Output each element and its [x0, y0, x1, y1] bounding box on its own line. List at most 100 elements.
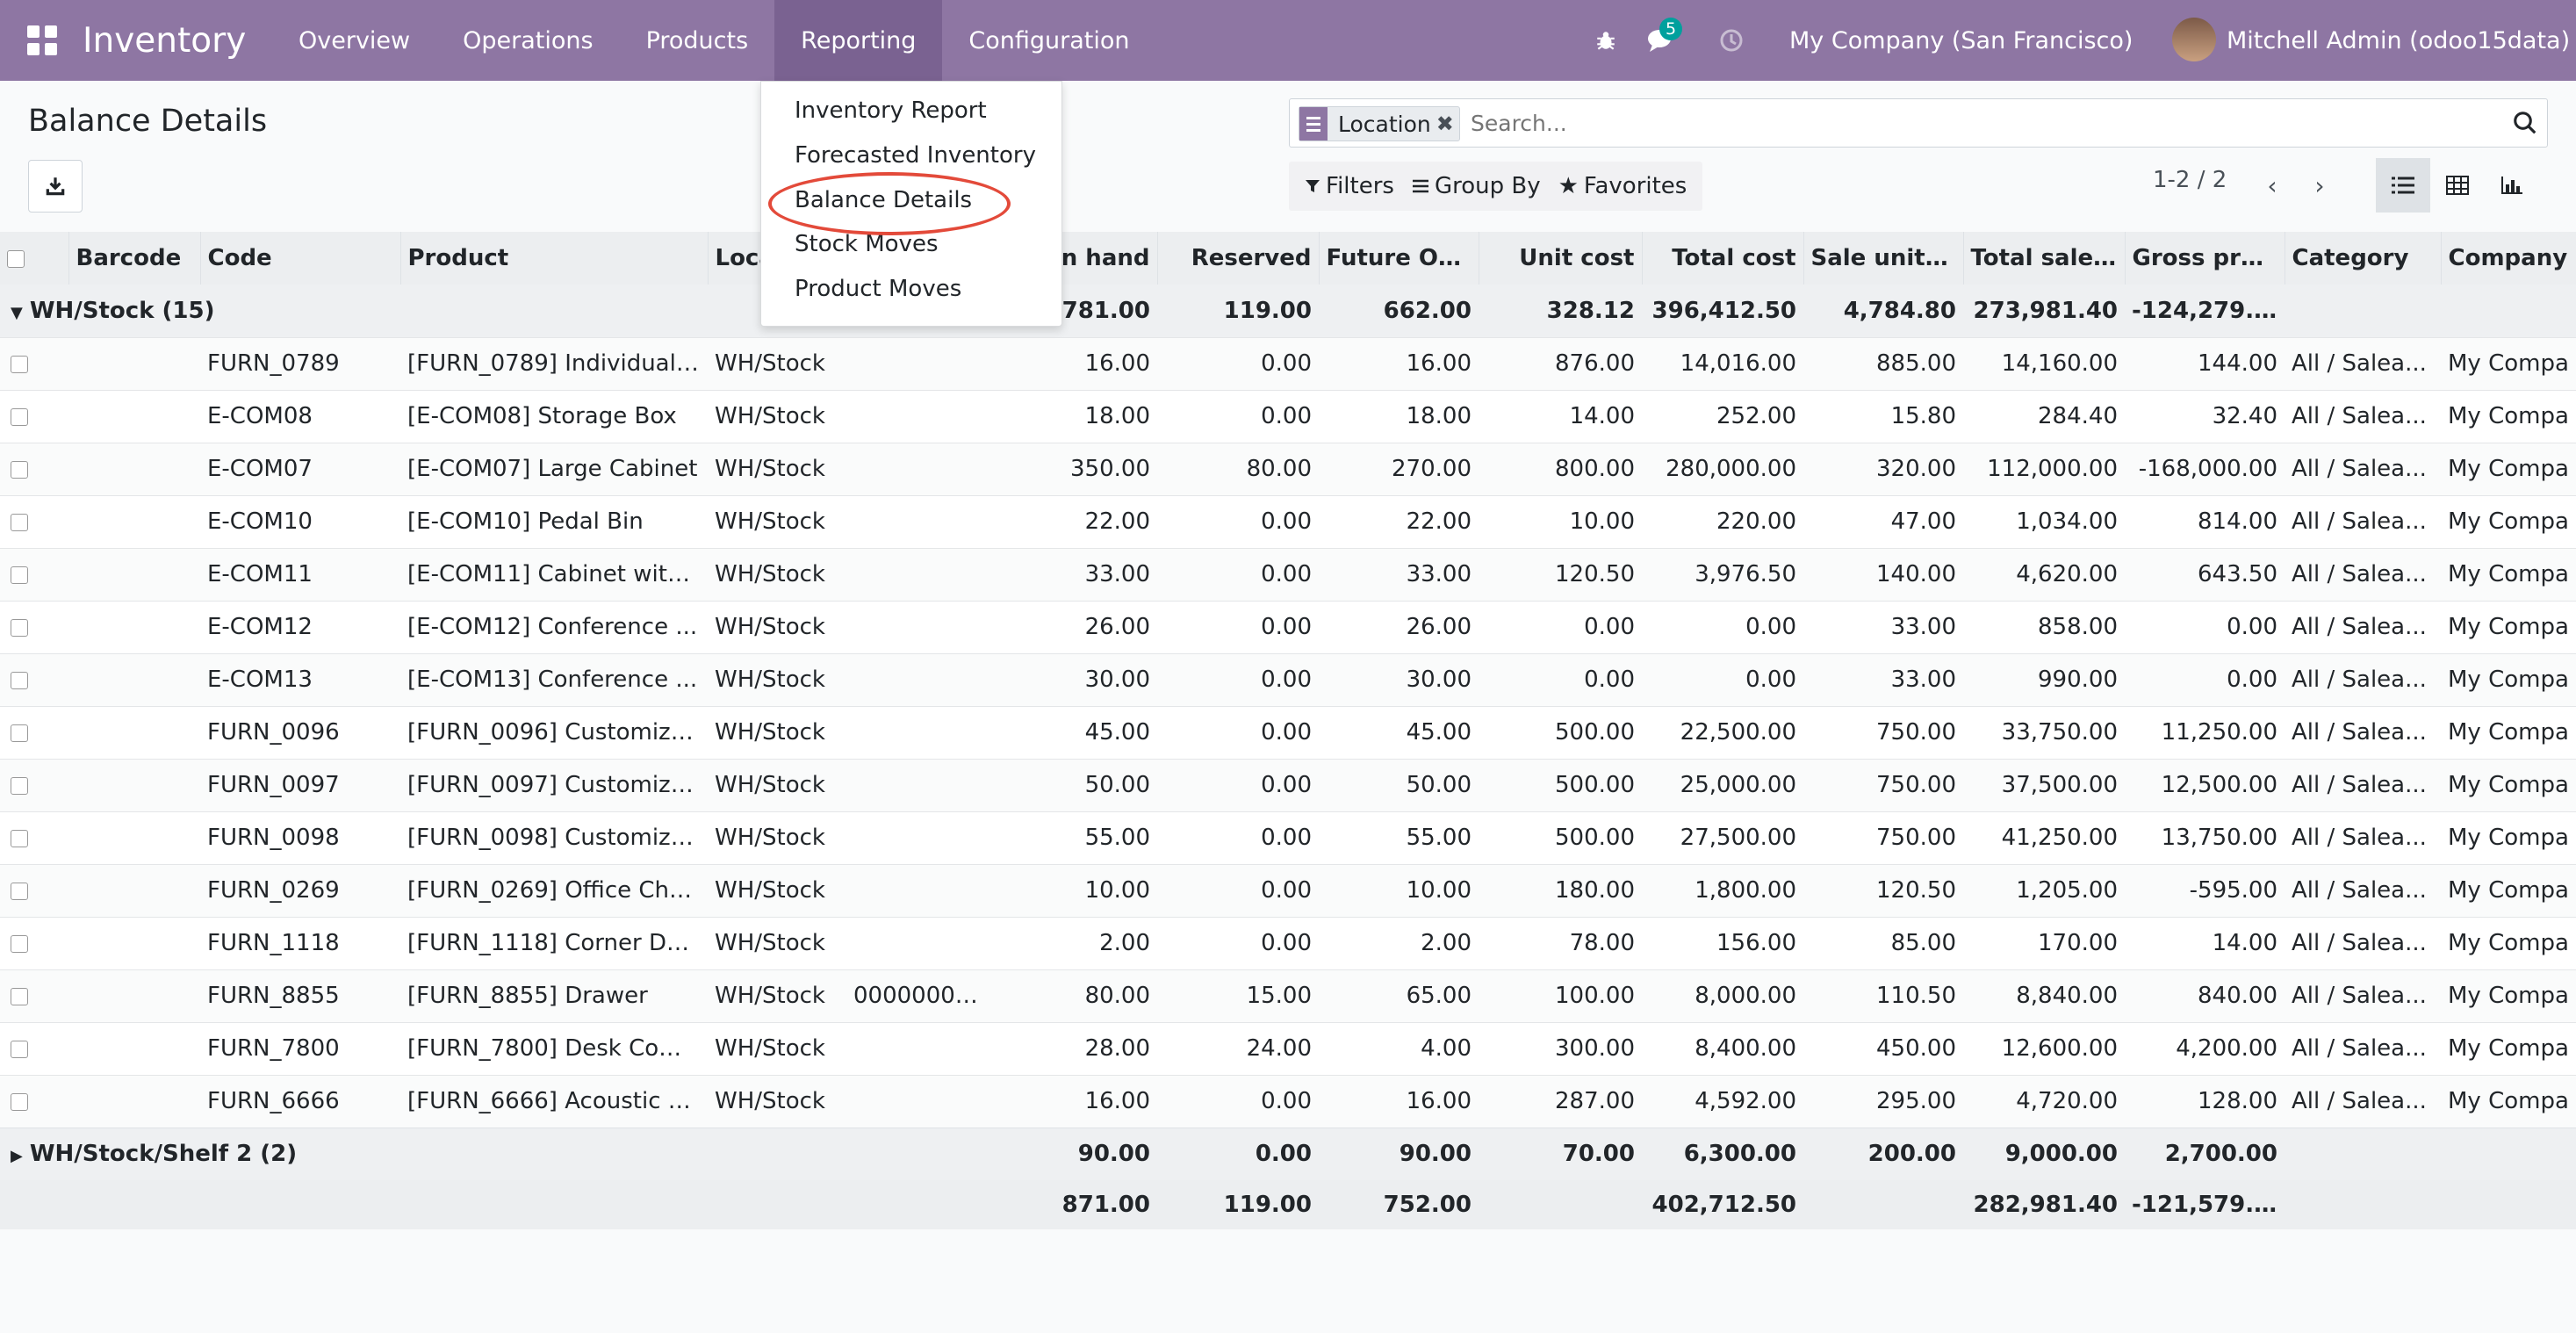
- col-header-reserved[interactable]: Reserved: [1156, 232, 1319, 285]
- facet-remove-icon[interactable]: ✖: [1436, 112, 1459, 136]
- row-select-cell[interactable]: [0, 443, 68, 495]
- activity-clock-icon[interactable]: [1719, 0, 1744, 81]
- row-select-cell[interactable]: [0, 811, 68, 864]
- row-checkbox[interactable]: [11, 934, 28, 953]
- cell-future-on-hand: 16.00: [1406, 1088, 1471, 1114]
- row-select-cell[interactable]: [0, 864, 68, 917]
- table-row[interactable]: E-COM13 [E-COM13] Conference ... WH/Stock 3…: [0, 653, 2576, 706]
- messages-icon[interactable]: [1647, 0, 1675, 81]
- menu-reporting[interactable]: Reporting: [774, 0, 943, 81]
- row-select-cell[interactable]: [0, 601, 68, 653]
- col-header-total-sale[interactable]: Total sale ...: [1962, 232, 2125, 285]
- col-header-sale-unit-price[interactable]: Sale unit p...: [1802, 232, 1963, 285]
- table-row[interactable]: FURN_8855 [FURN_8855] Drawer WH/Stock 00000…: [0, 969, 2576, 1022]
- pager-previous-button[interactable]: ‹: [2255, 163, 2290, 207]
- download-button[interactable]: [28, 160, 83, 213]
- favorites-button[interactable]: ★ Favorites: [1550, 173, 1696, 199]
- table-row[interactable]: E-COM07 [E-COM07] Large Cabinet WH/Stock 35…: [0, 443, 2576, 495]
- table-row[interactable]: FURN_0098 [FURN_0098] Customiza... WH/Stoc…: [0, 811, 2576, 864]
- dropdown-item-product-moves[interactable]: Product Moves: [795, 276, 961, 302]
- row-select-cell[interactable]: [0, 548, 68, 601]
- group-by-button[interactable]: Group By: [1403, 173, 1550, 199]
- cell-product: [E-COM07] Large Cabinet: [407, 456, 698, 482]
- user-avatar[interactable]: [2172, 18, 2216, 61]
- pager-next-button[interactable]: ›: [2302, 163, 2337, 207]
- col-header-total-cost[interactable]: Total cost: [1641, 232, 1803, 285]
- table-row[interactable]: FURN_1118 [FURN_1118] Corner De... WH/Stoc…: [0, 917, 2576, 969]
- row-checkbox[interactable]: [11, 355, 28, 373]
- pivot-view-button[interactable]: [2430, 158, 2485, 213]
- cell-total-cost: 280,000.00: [1666, 456, 1796, 482]
- table-row[interactable]: E-COM08 [E-COM08] Storage Box WH/Stock 18.0…: [0, 390, 2576, 443]
- row-select-cell[interactable]: [0, 759, 68, 811]
- table-row[interactable]: FURN_0269 [FURN_0269] Office Chai... WH/St…: [0, 864, 2576, 917]
- pager-value[interactable]: 1-2 / 2: [2153, 167, 2227, 193]
- select-all-checkbox[interactable]: [7, 249, 25, 268]
- row-select-cell[interactable]: [0, 917, 68, 969]
- row-select-cell[interactable]: [0, 969, 68, 1022]
- graph-view-button[interactable]: [2485, 158, 2539, 213]
- search-facet-location[interactable]: Location ✖: [1299, 106, 1460, 141]
- user-menu[interactable]: Mitchell Admin (odoo15data): [2227, 0, 2570, 81]
- table-row[interactable]: FURN_7800 [FURN_7800] Desk Com... WH/Stock…: [0, 1022, 2576, 1075]
- row-checkbox[interactable]: [11, 724, 28, 742]
- row-checkbox[interactable]: [11, 1092, 28, 1111]
- row-select-cell[interactable]: [0, 495, 68, 548]
- row-checkbox[interactable]: [11, 460, 28, 479]
- col-header-company[interactable]: Company: [2440, 232, 2576, 285]
- group-row[interactable]: ▼ WH/Stock (15) 781.00 119.00 662.00 328.12 39…: [0, 285, 2576, 337]
- row-checkbox[interactable]: [11, 987, 28, 1005]
- group-row[interactable]: ▶ WH/Stock/Shelf 2 (2) 90.00 0.00 90.00 70.00…: [0, 1128, 2576, 1180]
- col-header-category[interactable]: Category: [2284, 232, 2441, 285]
- table-row[interactable]: FURN_0096 [FURN_0096] Customiza... WH/Stoc…: [0, 706, 2576, 759]
- col-header-code[interactable]: Code: [199, 232, 400, 285]
- row-select-cell[interactable]: [0, 1022, 68, 1075]
- cell-company: My Compa: [2448, 772, 2569, 798]
- company-switcher[interactable]: My Company (San Francisco): [1789, 0, 2133, 81]
- col-header-unit-cost[interactable]: Unit cost: [1478, 232, 1642, 285]
- table-row[interactable]: E-COM10 [E-COM10] Pedal Bin WH/Stock 22.00 0…: [0, 495, 2576, 548]
- cell-gross-profit: 814.00: [2198, 508, 2277, 535]
- group-header[interactable]: ▶ WH/Stock/Shelf 2 (2): [0, 1128, 997, 1180]
- menu-overview[interactable]: Overview: [272, 27, 436, 54]
- row-select-cell[interactable]: [0, 1075, 68, 1128]
- dropdown-item-stock-moves[interactable]: Stock Moves: [795, 231, 939, 257]
- debug-icon[interactable]: [1594, 0, 1617, 81]
- row-checkbox[interactable]: [11, 829, 28, 847]
- col-header-barcode[interactable]: Barcode: [68, 232, 200, 285]
- search-icon[interactable]: [2512, 110, 2538, 136]
- dropdown-item-forecasted-inventory[interactable]: Forecasted Inventory: [795, 142, 1036, 169]
- row-select-cell[interactable]: [0, 337, 68, 390]
- select-all-header[interactable]: [0, 232, 68, 285]
- table-row[interactable]: FURN_0789 [FURN_0789] Individual ... WH/St…: [0, 337, 2576, 390]
- app-brand[interactable]: Inventory: [83, 0, 246, 81]
- table-row[interactable]: FURN_0097 [FURN_0097] Customiza... WH/Stoc…: [0, 759, 2576, 811]
- row-checkbox[interactable]: [11, 671, 28, 689]
- row-checkbox[interactable]: [11, 407, 28, 426]
- menu-configuration[interactable]: Configuration: [942, 27, 1155, 54]
- search-input[interactable]: [1471, 99, 2480, 147]
- table-row[interactable]: FURN_6666 [FURN_6666] Acoustic Bl... WH/St…: [0, 1075, 2576, 1128]
- list-view-button[interactable]: [2376, 158, 2430, 213]
- row-select-cell[interactable]: [0, 653, 68, 706]
- menu-operations[interactable]: Operations: [436, 27, 619, 54]
- cell-total-sale: 4,720.00: [2016, 1088, 2118, 1114]
- dropdown-item-inventory-report[interactable]: Inventory Report: [795, 97, 987, 124]
- row-select-cell[interactable]: [0, 390, 68, 443]
- row-checkbox[interactable]: [11, 566, 28, 584]
- row-select-cell[interactable]: [0, 706, 68, 759]
- row-checkbox[interactable]: [11, 618, 28, 637]
- app-switcher-icon[interactable]: [26, 0, 58, 81]
- row-checkbox[interactable]: [11, 776, 28, 795]
- menu-products[interactable]: Products: [620, 27, 775, 54]
- row-checkbox[interactable]: [11, 1040, 28, 1058]
- row-checkbox[interactable]: [11, 882, 28, 900]
- col-header-product[interactable]: Product: [399, 232, 708, 285]
- table-row[interactable]: E-COM11 [E-COM11] Cabinet with... WH/Stock…: [0, 548, 2576, 601]
- cell-location: WH/Stock: [715, 772, 825, 798]
- col-header-future-on-hand[interactable]: Future On...: [1318, 232, 1479, 285]
- filters-button[interactable]: Filters: [1296, 173, 1403, 199]
- table-row[interactable]: E-COM12 [E-COM12] Conference ... WH/Stock 2…: [0, 601, 2576, 653]
- row-checkbox[interactable]: [11, 513, 28, 531]
- col-header-gross-profit[interactable]: Gross pro...: [2124, 232, 2285, 285]
